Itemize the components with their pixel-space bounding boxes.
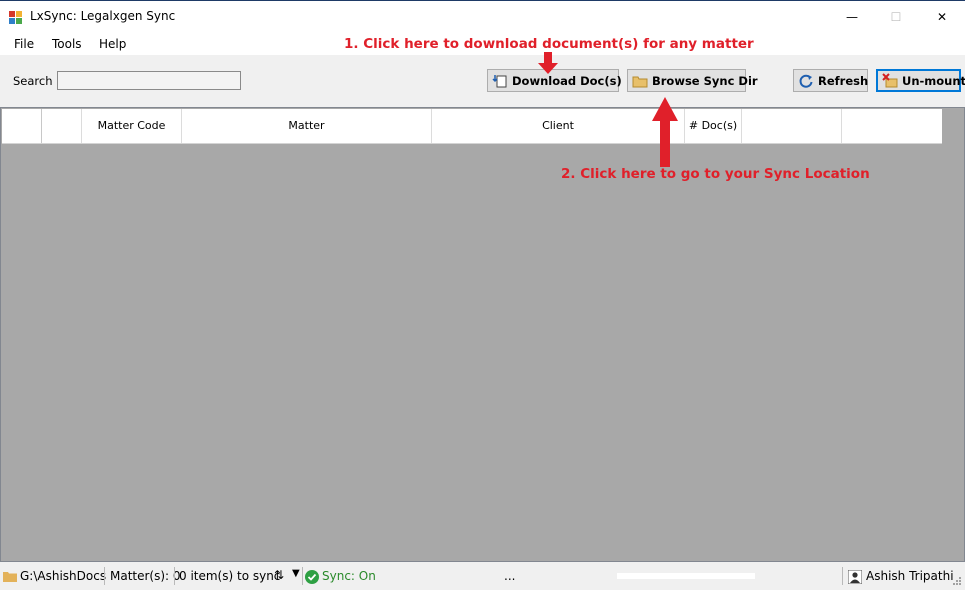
window-title: LxSync: Legalxgen Sync — [30, 9, 176, 23]
annotation-step-1: 1. Click here to download document(s) fo… — [344, 36, 754, 52]
column-header-doc-count[interactable]: # Doc(s) — [685, 109, 742, 143]
arrow-down-icon — [538, 52, 558, 74]
download-docs-label: Download Doc(s) — [512, 73, 622, 88]
minimize-button[interactable]: — — [829, 1, 875, 33]
items-to-sync: 0 item(s) to sync — [179, 569, 281, 583]
status-separator — [302, 567, 303, 585]
unmount-label: Un-mount — [902, 73, 965, 88]
menu-help[interactable]: Help — [99, 37, 126, 51]
folder-icon — [3, 572, 17, 582]
arrow-up-icon — [652, 97, 678, 167]
sync-dropdown-icon[interactable]: ▼ — [292, 568, 300, 579]
status-separator — [842, 567, 843, 585]
search-label: Search — [13, 74, 53, 88]
search-input[interactable] — [57, 71, 241, 90]
annotation-step-2: 2. Click here to go to your Sync Locatio… — [561, 166, 870, 182]
app-icon — [9, 11, 22, 24]
browse-sync-dir-button[interactable]: Browse Sync Dir — [627, 69, 758, 92]
resize-grip-icon[interactable] — [951, 576, 962, 587]
status-bar: G:\AshishDocs Matter(s): 0 0 item(s) to … — [0, 564, 965, 590]
status-separator — [104, 567, 105, 585]
browse-sync-dir-label: Browse Sync Dir — [652, 73, 758, 88]
column-header-matter[interactable]: Matter — [182, 109, 432, 143]
download-icon — [492, 74, 507, 87]
column-header-select[interactable] — [2, 109, 42, 143]
sync-status: Sync: On — [322, 569, 376, 583]
refresh-button[interactable]: Refresh — [793, 69, 868, 92]
column-header-extra-2[interactable] — [842, 109, 942, 143]
matter-count: Matter(s): 0 — [110, 569, 181, 583]
sync-progress-bar — [617, 573, 755, 579]
folder-icon — [632, 76, 648, 87]
maximize-button[interactable]: ☐ — [873, 1, 919, 33]
check-icon — [305, 570, 319, 584]
column-header-client[interactable]: Client — [432, 109, 685, 143]
column-header-extra-1[interactable] — [742, 109, 842, 143]
refresh-label: Refresh — [818, 73, 869, 88]
column-header-matter-code[interactable]: Matter Code — [82, 109, 182, 143]
grid-header: Matter Code Matter Client # Doc(s) — [2, 109, 942, 144]
sync-toggle-icon[interactable]: ⇅ — [274, 568, 284, 582]
close-button[interactable]: ✕ — [919, 1, 965, 33]
column-header-icon[interactable] — [42, 109, 82, 143]
title-bar: LxSync: Legalxgen Sync — ☐ ✕ — [0, 1, 965, 33]
menu-tools[interactable]: Tools — [52, 37, 82, 51]
unmount-icon — [882, 72, 898, 87]
refresh-icon — [799, 74, 813, 88]
lxsync-window: LxSync: Legalxgen Sync — ☐ ✕ File Tools … — [0, 0, 965, 590]
status-separator — [174, 567, 175, 585]
sync-path[interactable]: G:\AshishDocs — [20, 569, 106, 583]
user-name: Ashish Tripathi — [866, 569, 954, 583]
menu-file[interactable]: File — [14, 37, 34, 51]
user-icon — [848, 570, 862, 584]
unmount-button[interactable]: Un-mount — [876, 69, 965, 92]
toolbar: Search Download Doc(s) Browse Sync Dir R… — [0, 55, 965, 107]
status-ellipsis: ... — [504, 569, 516, 583]
